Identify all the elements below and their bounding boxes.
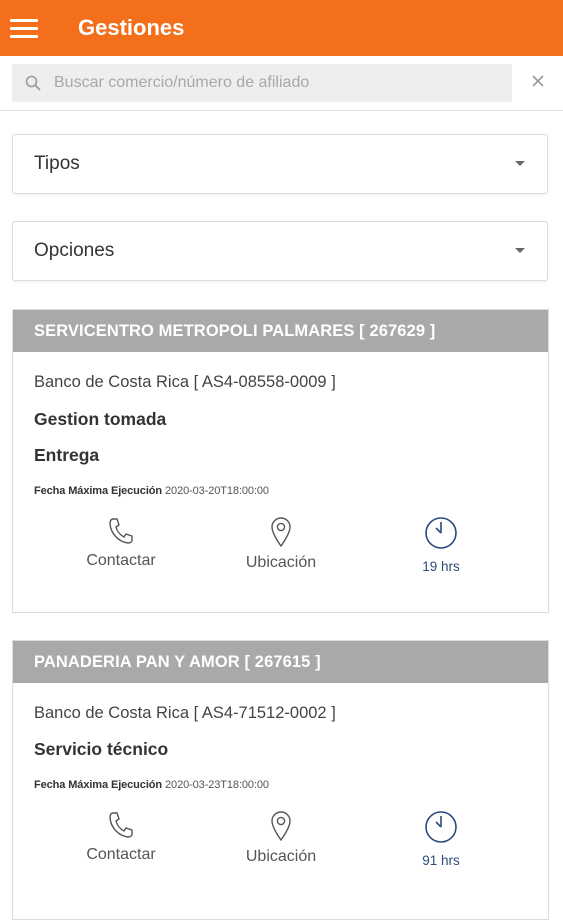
gestion-card[interactable]: SERVICENTRO METROPOLI PALMARES [ 267629 … bbox=[12, 309, 549, 613]
fecha-value: 2020-03-20T18:00:00 bbox=[165, 485, 269, 497]
location-button[interactable]: Ubicación bbox=[221, 516, 341, 572]
chevron-down-icon bbox=[515, 161, 525, 166]
fecha-label: Fecha Máxima Ejecución bbox=[34, 485, 163, 497]
phone-icon bbox=[109, 812, 133, 838]
clock-icon bbox=[425, 811, 457, 843]
card-actions: Contactar Ubicación 19 hrs bbox=[13, 516, 548, 578]
opciones-select[interactable]: Opciones bbox=[12, 221, 548, 281]
opciones-label: Opciones bbox=[34, 240, 115, 261]
card-actions: Contactar Ubicación 91 hrs bbox=[13, 810, 548, 872]
clock-icon bbox=[425, 517, 457, 549]
card-title: SERVICENTRO METROPOLI PALMARES [ 267629 … bbox=[13, 310, 548, 352]
timer-indicator: 19 hrs bbox=[381, 516, 501, 574]
status-line: Gestion tomada bbox=[34, 409, 167, 429]
tipos-select[interactable]: Tipos bbox=[12, 134, 548, 194]
fecha-maxima: Fecha Máxima Ejecución 2020-03-20T18:00:0… bbox=[34, 485, 269, 497]
status-line: Entrega bbox=[34, 445, 100, 465]
location-pin-icon bbox=[271, 517, 291, 548]
hamburger-menu-icon[interactable] bbox=[10, 13, 46, 43]
fecha-maxima: Fecha Máxima Ejecución 2020-03-23T18:00:0… bbox=[34, 779, 269, 791]
menu-line bbox=[10, 34, 38, 38]
search-bar bbox=[0, 56, 563, 111]
location-label: Ubicación bbox=[245, 848, 317, 865]
gestion-card[interactable]: PANADERIA PAN Y AMOR [ 267615 ] Banco de… bbox=[12, 640, 549, 920]
timer-label: 19 hrs bbox=[422, 559, 460, 574]
phone-icon bbox=[109, 518, 133, 544]
search-input[interactable] bbox=[52, 73, 496, 93]
location-button[interactable]: Ubicación bbox=[221, 810, 341, 866]
fecha-value: 2020-03-23T18:00:00 bbox=[165, 779, 269, 791]
menu-line bbox=[10, 18, 38, 22]
contact-label: Contactar bbox=[86, 552, 156, 569]
app-bar: Gestiones bbox=[0, 0, 563, 56]
bank-affiliate: Banco de Costa Rica [ AS4-71512-0002 ] bbox=[34, 704, 336, 722]
card-title: PANADERIA PAN Y AMOR [ 267615 ] bbox=[13, 641, 548, 683]
location-label: Ubicación bbox=[245, 554, 317, 571]
contact-button[interactable]: Contactar bbox=[61, 810, 181, 864]
contact-button[interactable]: Contactar bbox=[61, 516, 181, 570]
timer-indicator: 91 hrs bbox=[381, 810, 501, 868]
contact-label: Contactar bbox=[86, 846, 156, 863]
menu-line bbox=[10, 26, 38, 30]
status-line: Servicio técnico bbox=[34, 739, 169, 759]
fecha-label: Fecha Máxima Ejecución bbox=[34, 779, 163, 791]
page-title: Gestiones bbox=[78, 15, 185, 40]
bank-affiliate: Banco de Costa Rica [ AS4-08558-0009 ] bbox=[34, 373, 336, 391]
tipos-label: Tipos bbox=[34, 153, 80, 174]
timer-label: 91 hrs bbox=[422, 853, 460, 868]
search-icon bbox=[25, 75, 41, 91]
close-icon[interactable] bbox=[527, 70, 549, 92]
location-pin-icon bbox=[271, 811, 291, 842]
search-box[interactable] bbox=[12, 64, 512, 102]
chevron-down-icon bbox=[515, 248, 525, 253]
